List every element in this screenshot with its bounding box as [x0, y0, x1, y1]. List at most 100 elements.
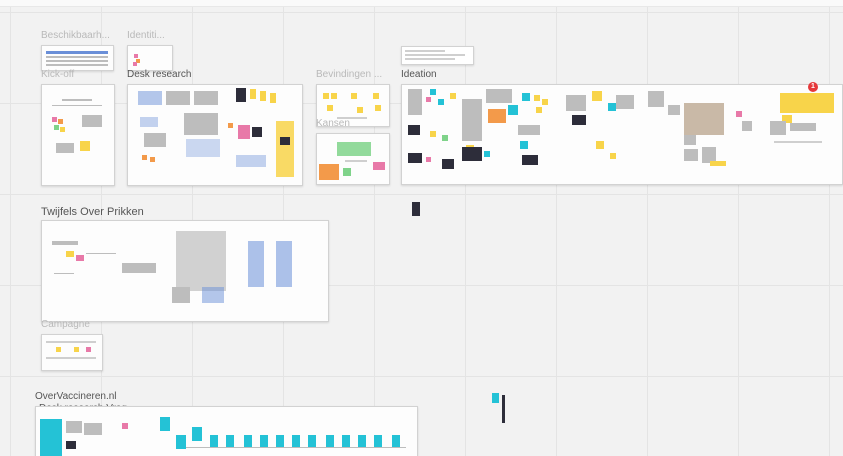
sticky-cluster[interactable]	[337, 142, 371, 156]
flow-step[interactable]	[160, 417, 170, 431]
sticky-note[interactable]	[542, 99, 548, 105]
doc-thumbnail[interactable]	[144, 133, 166, 147]
flow-step[interactable]	[326, 435, 334, 447]
poster-thumbnail[interactable]	[276, 241, 292, 287]
sticky-note[interactable]	[430, 131, 436, 137]
doc-thumbnail[interactable]	[66, 421, 82, 433]
image-placeholder[interactable]	[488, 109, 506, 123]
sticky-cluster[interactable]	[780, 93, 834, 113]
flow-step[interactable]	[292, 435, 300, 447]
sticky-note[interactable]	[58, 119, 63, 124]
sticky-note[interactable]	[373, 162, 385, 170]
sticky-note[interactable]	[60, 127, 65, 132]
sticky-note[interactable]	[508, 105, 518, 115]
doc-thumbnail[interactable]	[742, 121, 752, 131]
image-placeholder[interactable]	[238, 125, 250, 139]
flow-step[interactable]	[244, 435, 252, 447]
sticky-note[interactable]	[122, 423, 128, 429]
flow-step[interactable]	[260, 435, 268, 447]
image-placeholder[interactable]	[442, 159, 454, 169]
sticky-note[interactable]	[522, 93, 530, 101]
flow-step[interactable]	[210, 435, 218, 447]
sticky-note[interactable]	[710, 161, 726, 166]
frame-title-ideation[interactable]: Ideation	[401, 69, 437, 80]
sticky-note[interactable]	[430, 89, 436, 95]
sticky-note[interactable]	[596, 141, 604, 149]
phone-thumbnail[interactable]	[412, 202, 420, 216]
frame-title-identiteit[interactable]: Identiti...	[127, 30, 165, 41]
image-placeholder[interactable]	[522, 155, 538, 165]
frame-title-kansen[interactable]: Kansen	[316, 118, 350, 129]
image-placeholder[interactable]	[462, 147, 482, 161]
doc-thumbnail[interactable]	[172, 287, 190, 303]
poster-thumbnail[interactable]	[40, 419, 62, 456]
sticky-note[interactable]	[133, 62, 137, 66]
frame-title-beschikbaarheid[interactable]: Beschikbaarh...	[41, 30, 110, 41]
frame-kansen[interactable]	[316, 133, 390, 185]
sticky-note[interactable]	[592, 91, 602, 101]
phone-thumbnail[interactable]	[502, 395, 505, 423]
image-placeholder[interactable]	[572, 115, 586, 125]
flow-step[interactable]	[226, 435, 234, 447]
doc-thumbnail[interactable]	[566, 95, 586, 111]
sticky-note[interactable]	[327, 105, 333, 111]
doc-thumbnail[interactable]	[122, 263, 156, 273]
sticky-note[interactable]	[373, 93, 379, 99]
image-placeholder[interactable]	[66, 441, 76, 449]
sticky-note[interactable]	[426, 97, 431, 102]
doc-thumbnail[interactable]	[184, 113, 218, 135]
sticky-note[interactable]	[331, 93, 337, 99]
frame-campagne[interactable]	[41, 334, 103, 371]
frame-title-kickoff[interactable]: Kick-off	[41, 69, 74, 80]
sticky-note[interactable]	[54, 125, 59, 130]
sticky-note[interactable]	[351, 93, 357, 99]
flow-step[interactable]	[276, 435, 284, 447]
doc-thumbnail[interactable]	[684, 149, 698, 161]
sticky-note[interactable]	[74, 347, 79, 352]
text-note-card[interactable]	[401, 46, 474, 65]
flow-step[interactable]	[358, 435, 366, 447]
sticky-note[interactable]	[76, 255, 84, 261]
notification-badge[interactable]: 1	[808, 82, 818, 92]
sticky-note[interactable]	[492, 393, 499, 403]
frame-overvaccineren[interactable]	[35, 406, 418, 456]
sticky-note[interactable]	[357, 107, 363, 113]
flow-step[interactable]	[176, 435, 186, 449]
sticky-note[interactable]	[438, 99, 444, 105]
sticky-note[interactable]	[536, 107, 542, 113]
frame-title-desk-research[interactable]: Desk research	[127, 69, 191, 80]
sticky-note[interactable]	[228, 123, 233, 128]
doc-thumbnail[interactable]	[790, 123, 816, 131]
image-placeholder[interactable]	[56, 143, 74, 153]
image-placeholder[interactable]	[252, 127, 262, 137]
frame-title-bevindingen[interactable]: Bevindingen ...	[316, 69, 382, 80]
sticky-note[interactable]	[56, 347, 61, 352]
doc-thumbnail[interactable]	[486, 89, 512, 103]
sticky-note[interactable]	[80, 141, 90, 151]
flow-step[interactable]	[342, 435, 350, 447]
sticky-note[interactable]	[484, 151, 490, 157]
sticky-note[interactable]	[442, 135, 448, 141]
poster-thumbnail[interactable]	[248, 241, 264, 287]
doc-thumbnail[interactable]	[668, 105, 680, 115]
doc-thumbnail[interactable]	[648, 91, 664, 107]
flow-step[interactable]	[392, 435, 400, 447]
doc-thumbnail[interactable]	[236, 155, 266, 167]
frame-desk-research[interactable]	[127, 84, 303, 186]
frame-beschikbaarheid[interactable]	[41, 45, 114, 71]
doc-thumbnail[interactable]	[616, 95, 634, 109]
sticky-note[interactable]	[610, 153, 616, 159]
sticky-note[interactable]	[323, 93, 329, 99]
image-placeholder[interactable]	[280, 137, 290, 145]
sticky-note[interactable]	[375, 105, 381, 111]
doc-thumbnail[interactable]	[84, 423, 102, 435]
doc-thumbnail[interactable]	[138, 91, 162, 105]
doc-thumbnail[interactable]	[166, 91, 190, 105]
sticky-note[interactable]	[270, 93, 276, 103]
frame-title-overvaccineren[interactable]: OverVaccineren.nl	[35, 391, 117, 402]
image-placeholder[interactable]	[236, 88, 246, 102]
sticky-note[interactable]	[66, 251, 74, 257]
frame-ideation[interactable]	[401, 84, 843, 185]
sticky-note[interactable]	[134, 54, 138, 58]
sticky-note[interactable]	[260, 91, 266, 101]
